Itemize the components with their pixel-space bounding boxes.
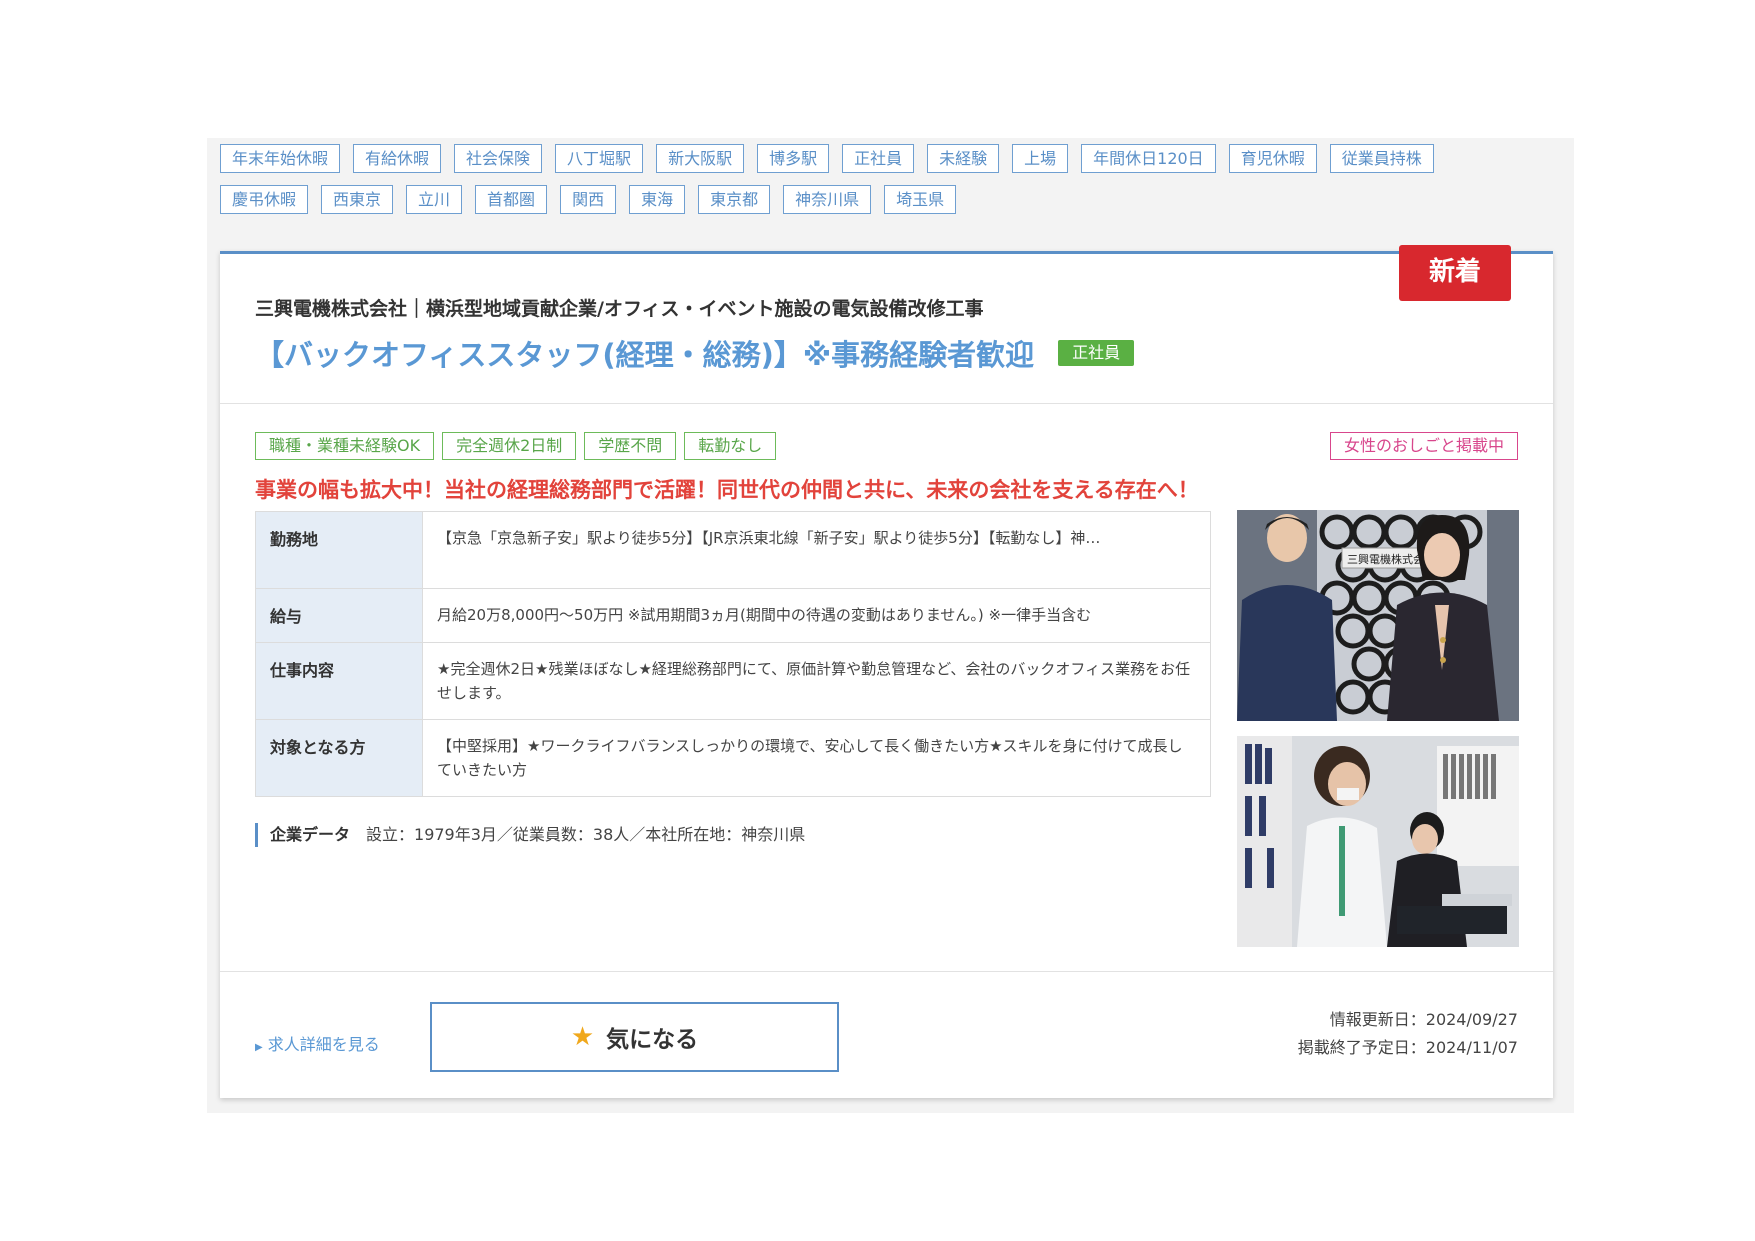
table-row: 勤務地 【京急「京急新子安」駅より徒歩5分】【JR京浜東北線「新子安」駅より徒歩… (255, 511, 1211, 589)
employment-type-badge: 正社員 (1058, 340, 1135, 366)
tag-link[interactable]: 八丁堀駅 (555, 144, 644, 173)
tag-link[interactable]: 慶弔休暇 (220, 185, 309, 214)
tag-link[interactable]: 新大阪駅 (656, 144, 745, 173)
job-title-link[interactable]: 【バックオフィススタッフ(経理・総務)】※事務経験者歓迎 (255, 332, 1034, 374)
table-row: 給与 月給20万8,000円～50万円 ※試用期間3ヵ月(期間中の待遇の変動はあ… (255, 588, 1211, 643)
tag-link[interactable]: 有給休暇 (353, 144, 442, 173)
women-job-badge: 女性のおしごと掲載中 (1329, 432, 1518, 460)
job-detail-link-label: 求人詳細を見る (267, 1035, 380, 1054)
tag-row: 慶弔休暇 西東京 立川 首都圏 関西 東海 東京都 神奈川県 埼玉県 (220, 185, 1540, 214)
office-photo-staff: 三興電機株式会社 (1237, 510, 1519, 721)
tag-link[interactable]: 年間休日120日 (1081, 144, 1216, 173)
catchcopy: 事業の幅も拡大中！当社の経理総務部門で活躍！同世代の仲間と共に、未来の会社を支え… (255, 478, 1199, 502)
company-data-label: 企業データ (270, 825, 351, 844)
tag-link[interactable]: 従業員持株 (1329, 144, 1434, 173)
feature-badges: 職種・業種未経験OK 完全週休2日制 学歴不問 転勤なし (255, 432, 777, 460)
row-value: 月給20万8,000円～50万円 ※試用期間3ヵ月(期間中の待遇の変動はありませ… (422, 588, 1211, 643)
tag-list: 年末年始休暇 有給休暇 社会保険 八丁堀駅 新大阪駅 博多駅 正社員 未経験 上… (220, 144, 1540, 226)
listing-dates: 情報更新日：2024/09/27 掲載終了予定日：2024/11/07 (1298, 1006, 1518, 1062)
office-photo-work (1237, 736, 1519, 947)
tag-link[interactable]: 年末年始休暇 (220, 144, 341, 173)
feature-badge: 転勤なし (684, 432, 777, 460)
triangle-right-icon: ▶ (255, 1042, 263, 1053)
tag-row: 年末年始休暇 有給休暇 社会保険 八丁堀駅 新大阪駅 博多駅 正社員 未経験 上… (220, 144, 1540, 173)
table-row: 対象となる方 【中堅採用】★ワークライフバランスしっかりの環境で、安心して長く働… (255, 719, 1211, 797)
row-label: 給与 (255, 588, 423, 643)
tag-link[interactable]: 東京都 (698, 185, 771, 214)
tag-link[interactable]: 社会保険 (454, 144, 543, 173)
favorite-button[interactable]: ★ 気になる (430, 1002, 839, 1072)
tag-link[interactable]: 関西 (560, 185, 617, 214)
tag-link[interactable]: 首都圏 (475, 185, 548, 214)
company-data-value: 設立：1979年3月／従業員数：38人／本社所在地：神奈川県 (366, 825, 806, 844)
tag-link[interactable]: 未経験 (927, 144, 1000, 173)
tag-link[interactable]: 立川 (406, 185, 463, 214)
tag-link[interactable]: 育児休暇 (1228, 144, 1317, 173)
title-row: 【バックオフィススタッフ(経理・総務)】※事務経験者歓迎 正社員 (255, 332, 1135, 374)
feature-badge: 完全週休2日制 (442, 432, 577, 460)
job-info-table: 勤務地 【京急「京急新子安」駅より徒歩5分】【JR京浜東北線「新子安」駅より徒歩… (255, 511, 1211, 797)
tag-link[interactable]: 上場 (1012, 144, 1069, 173)
row-label: 勤務地 (255, 511, 423, 589)
row-label: 仕事内容 (255, 642, 423, 720)
row-label: 対象となる方 (255, 719, 423, 797)
tag-link[interactable]: 正社員 (842, 144, 915, 173)
feature-badge: 学歴不問 (584, 432, 677, 460)
favorite-button-label: 気になる (606, 1027, 699, 1053)
job-listing-area: 年末年始休暇 有給休暇 社会保険 八丁堀駅 新大阪駅 博多駅 正社員 未経験 上… (207, 138, 1574, 1113)
table-row: 仕事内容 ★完全週休2日★残業ほぼなし★経理総務部門にて、原価計算や勤怠管理など… (255, 642, 1211, 720)
company-data: 企業データ 設立：1979年3月／従業員数：38人／本社所在地：神奈川県 (255, 823, 805, 847)
job-card: 新着 三興電機株式会社｜横浜型地域貢献企業/オフィス・イベント施設の電気設備改修… (220, 245, 1553, 1098)
tag-link[interactable]: 博多駅 (757, 144, 830, 173)
star-icon: ★ (570, 1022, 595, 1052)
divider (220, 971, 1553, 972)
tag-link[interactable]: 西東京 (321, 185, 394, 214)
updated-date: 情報更新日：2024/09/27 (1329, 1010, 1518, 1029)
job-detail-link[interactable]: ▶ 求人詳細を見る (255, 1031, 380, 1055)
row-value: 【京急「京急新子安」駅より徒歩5分】【JR京浜東北線「新子安」駅より徒歩5分】【… (422, 511, 1211, 589)
company-name: 三興電機株式会社｜横浜型地域貢献企業/オフィス・イベント施設の電気設備改修工事 (255, 298, 984, 320)
tag-link[interactable]: 東海 (629, 185, 686, 214)
row-value: 【中堅採用】★ワークライフバランスしっかりの環境で、安心して長く働きたい方★スキ… (422, 719, 1211, 797)
divider (220, 403, 1553, 404)
new-badge: 新着 (1399, 245, 1511, 301)
end-date: 掲載終了予定日：2024/11/07 (1297, 1038, 1518, 1057)
row-value: ★完全週休2日★残業ほぼなし★経理総務部門にて、原価計算や勤怠管理など、会社のバ… (422, 642, 1211, 720)
tag-link[interactable]: 神奈川県 (783, 185, 872, 214)
tag-link[interactable]: 埼玉県 (884, 185, 957, 214)
feature-badge: 職種・業種未経験OK (255, 432, 435, 460)
